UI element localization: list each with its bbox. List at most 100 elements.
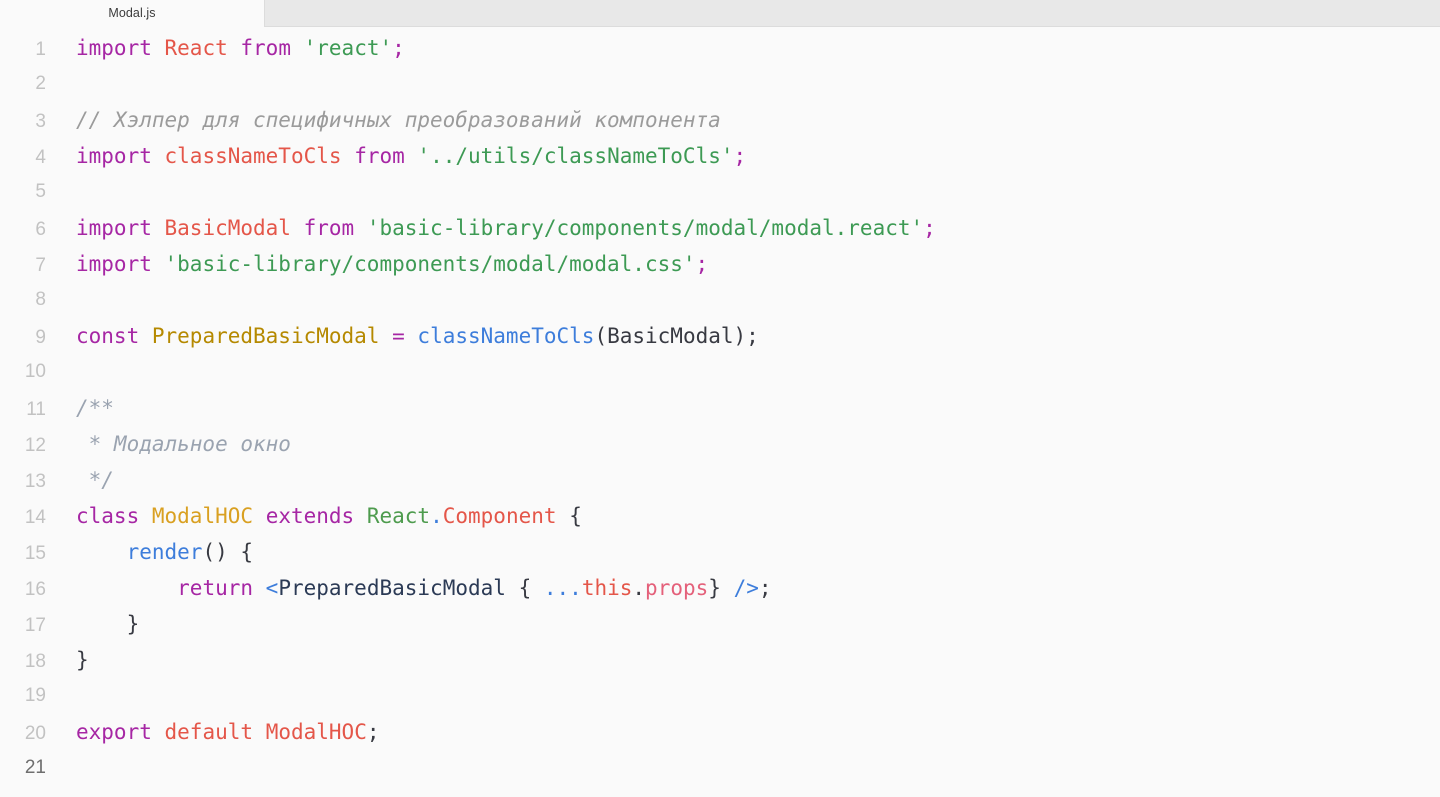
- token-keyword: export: [76, 720, 152, 744]
- code-line[interactable]: 8: [0, 282, 1440, 318]
- line-number: 10: [24, 361, 46, 382]
- line-number: 1: [35, 39, 46, 60]
- line-content[interactable]: // Хэлпер для специфичных преобразований…: [46, 102, 721, 138]
- token-docblock: * Модальное окно: [76, 432, 291, 456]
- token-function: classNameToCls: [417, 324, 595, 348]
- token-string: '../utils/classNameToCls': [417, 144, 734, 168]
- token-operator: =: [392, 324, 405, 348]
- token-brace: {: [518, 576, 532, 600]
- token-namespace: React: [366, 504, 431, 528]
- line-content[interactable]: render() {: [46, 534, 253, 570]
- token-brace: {: [569, 504, 582, 528]
- code-line[interactable]: 6 import BasicModal from 'basic-library/…: [0, 210, 1440, 246]
- token-jsx-selfclose: />: [733, 576, 759, 600]
- line-number: 2: [35, 73, 46, 94]
- token-punct: ;: [758, 576, 772, 600]
- line-content[interactable]: * Модальное окно: [46, 426, 291, 462]
- line-content[interactable]: import 'basic-library/components/modal/m…: [46, 246, 708, 282]
- code-line[interactable]: 16 return <PreparedBasicModal { ...this.…: [0, 570, 1440, 606]
- token-punct: ;: [733, 144, 747, 168]
- token-brace: }: [126, 612, 140, 636]
- token-jsx-bracket: <: [265, 576, 279, 600]
- line-number: 6: [35, 219, 46, 240]
- code-line[interactable]: 20 export default ModalHOC;: [0, 714, 1440, 750]
- line-content[interactable]: /**: [46, 390, 114, 426]
- line-content[interactable]: return <PreparedBasicModal { ...this.pro…: [46, 570, 772, 606]
- line-number: 14: [24, 507, 46, 528]
- line-content[interactable]: }: [46, 606, 140, 642]
- token-docblock: */: [76, 468, 114, 492]
- line-number: 4: [35, 147, 46, 168]
- tab-modal-js[interactable]: Modal.js: [0, 0, 264, 27]
- line-content[interactable]: */: [46, 462, 114, 498]
- token-string: 'basic-library/components/modal/modal.cs…: [164, 252, 696, 276]
- token-method-name: render: [126, 540, 203, 564]
- line-content[interactable]: import classNameToCls from '../utils/cla…: [46, 138, 746, 174]
- line-content[interactable]: const PreparedBasicModal = classNameToCl…: [46, 318, 759, 354]
- token-keyword: import: [76, 216, 152, 240]
- line-content[interactable]: import BasicModal from 'basic-library/co…: [46, 210, 936, 246]
- code-line[interactable]: 13 */: [0, 462, 1440, 498]
- token-spread: ...: [543, 576, 582, 600]
- token-keyword: from: [354, 144, 405, 168]
- code-line[interactable]: 17 }: [0, 606, 1440, 642]
- tab-bar-empty-area: [264, 0, 1440, 27]
- token-docblock: /**: [76, 396, 114, 420]
- token-keyword: const: [76, 324, 140, 348]
- code-line[interactable]: 12 * Модальное окно: [0, 426, 1440, 462]
- token-identifier: ModalHOC: [265, 720, 367, 744]
- token-this: this: [581, 576, 633, 600]
- line-content[interactable]: import React from 'react';: [46, 30, 405, 66]
- token-class-name: ModalHOC: [151, 504, 254, 528]
- editor-tab-bar: Modal.js: [0, 0, 1440, 27]
- token-identifier: Component: [442, 504, 557, 528]
- code-editor[interactable]: 1 import React from 'react'; 2 3 // Хэлп…: [0, 27, 1440, 786]
- token-keyword: import: [76, 144, 152, 168]
- code-line[interactable]: 18 }: [0, 642, 1440, 678]
- code-line[interactable]: 15 render() {: [0, 534, 1440, 570]
- token-keyword: extends: [265, 504, 355, 528]
- line-content[interactable]: }: [46, 642, 89, 678]
- token-identifier: React: [164, 36, 228, 60]
- token-brace: }: [708, 576, 721, 600]
- code-line[interactable]: 1 import React from 'react';: [0, 30, 1440, 66]
- token-keyword: import: [76, 36, 152, 60]
- code-line[interactable]: 7 import 'basic-library/components/modal…: [0, 246, 1440, 282]
- code-line[interactable]: 14 class ModalHOC extends React.Componen…: [0, 498, 1440, 534]
- line-number: 13: [24, 471, 46, 492]
- line-number: 11: [26, 399, 46, 420]
- code-line[interactable]: 5: [0, 174, 1440, 210]
- token-keyword: from: [240, 36, 291, 60]
- token-punct: ;: [695, 252, 709, 276]
- token-comment: // Хэлпер для специфичных преобразований…: [76, 108, 721, 132]
- line-number: 9: [35, 327, 46, 348]
- line-number: 19: [24, 685, 46, 706]
- code-line[interactable]: 11 /**: [0, 390, 1440, 426]
- code-line[interactable]: 21: [0, 750, 1440, 786]
- token-keyword: from: [303, 216, 355, 240]
- line-number: 15: [24, 543, 46, 564]
- token-identifier: BasicModal: [164, 216, 291, 240]
- token-keyword-default: default: [164, 720, 254, 744]
- token-property: props: [645, 576, 709, 600]
- line-number: 16: [24, 579, 46, 600]
- line-content[interactable]: class ModalHOC extends React.Component {: [46, 498, 582, 534]
- tab-modal-js-label: Modal.js: [108, 6, 156, 21]
- token-keyword: return: [177, 576, 254, 600]
- code-line[interactable]: 10: [0, 354, 1440, 390]
- code-line[interactable]: 4 import classNameToCls from '../utils/c…: [0, 138, 1440, 174]
- token-identifier: classNameToCls: [164, 144, 342, 168]
- line-number: 20: [24, 723, 46, 744]
- line-number: 8: [35, 289, 46, 310]
- line-content[interactable]: export default ModalHOC;: [46, 714, 380, 750]
- token-keyword: import: [76, 252, 152, 276]
- token-punct: ;: [366, 720, 380, 744]
- code-line[interactable]: 3 // Хэлпер для специфичных преобразован…: [0, 102, 1440, 138]
- token-args: (BasicModal);: [594, 324, 759, 348]
- code-line[interactable]: 9 const PreparedBasicModal = classNameTo…: [0, 318, 1440, 354]
- code-line[interactable]: 2: [0, 66, 1440, 102]
- line-number: 7: [35, 255, 46, 276]
- code-line[interactable]: 19: [0, 678, 1440, 714]
- token-punct: ;: [392, 36, 405, 60]
- token-string: 'basic-library/components/modal/modal.re…: [366, 216, 924, 240]
